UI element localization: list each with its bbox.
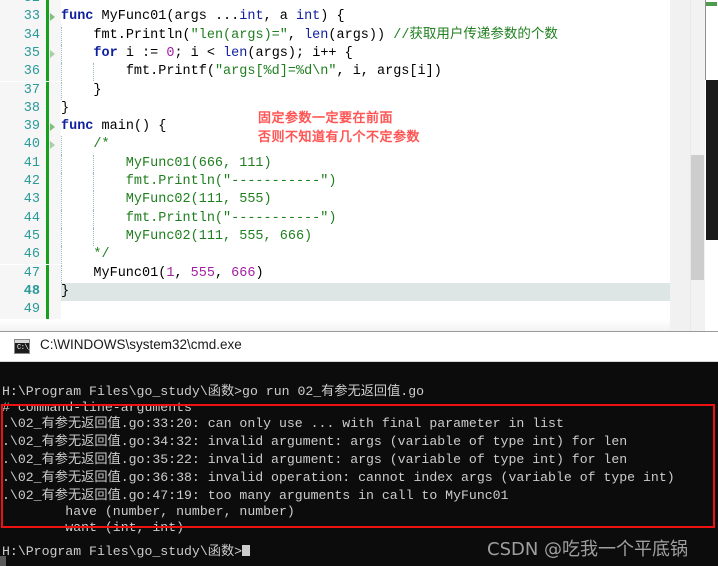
code-text[interactable]: fmt.Println("-----------")	[61, 173, 337, 191]
console-prompt[interactable]: H:\Program Files\go_study\函数>	[2, 544, 251, 560]
fold-gutter[interactable]	[49, 191, 61, 210]
code-line[interactable]: 33 func MyFunc01(args ...int, a int) {	[0, 8, 700, 27]
editor-minimap-gutter	[670, 0, 690, 331]
code-line[interactable]: 37 }	[0, 81, 700, 100]
red-annotation-text: 否则不知道有几个不定参数	[258, 130, 421, 145]
line-number[interactable]: 38	[0, 99, 46, 119]
cmd-console-window[interactable]: C:\_ C:\WINDOWS\system32\cmd.exe H:\Prog…	[0, 331, 718, 566]
line-number[interactable]: 45	[0, 227, 46, 247]
fold-gutter[interactable]	[49, 301, 61, 320]
code-line[interactable]: 44 fmt.Println("-----------")	[0, 209, 700, 228]
console-title: C:\WINDOWS\system32\cmd.exe	[40, 337, 242, 352]
code-line[interactable]: 32	[0, 0, 700, 9]
fold-gutter[interactable]	[49, 63, 61, 82]
line-number[interactable]: 49	[0, 301, 46, 320]
editor-bottom-edge	[0, 320, 700, 331]
console-cursor	[242, 545, 251, 556]
window-left-edge	[0, 556, 6, 566]
line-number[interactable]: 41	[0, 154, 46, 173]
fold-gutter[interactable]	[49, 173, 61, 192]
code-text[interactable]: MyFunc02(111, 555)	[61, 191, 272, 209]
fold-gutter[interactable]	[49, 282, 61, 302]
code-text[interactable]: func MyFunc01(args ...int, a int) {	[61, 8, 345, 26]
red-annotation-text: 固定参数一定要在前面	[258, 111, 394, 126]
fold-gutter[interactable]	[49, 0, 61, 9]
line-number[interactable]: 44	[0, 209, 46, 228]
editor-right-divider	[705, 0, 706, 80]
code-line[interactable]: 46 */	[0, 246, 700, 265]
line-number[interactable]: 39	[0, 118, 46, 137]
fold-gutter[interactable]	[49, 227, 61, 247]
console-line: .\02_有参无返回值.go:36:38: invalid operation:…	[2, 470, 675, 485]
fold-gutter[interactable]	[49, 81, 61, 100]
fold-gutter[interactable]	[49, 209, 61, 228]
code-text[interactable]: for i := 0; i < len(args); i++ {	[61, 45, 352, 63]
fold-arrow-icon[interactable]	[50, 123, 55, 132]
console-line: .\02_有参无返回值.go:35:22: invalid argument: …	[2, 452, 628, 467]
editor-scrollbar-thumb[interactable]	[691, 155, 704, 280]
console-line: .\02_有参无返回值.go:47:19: too many arguments…	[2, 488, 509, 503]
cmd-exe-icon: C:\_	[14, 339, 32, 354]
fold-gutter[interactable]	[49, 154, 61, 173]
editor-marker-green	[706, 2, 717, 6]
line-number[interactable]: 42	[0, 173, 46, 192]
line-number[interactable]: 33	[0, 8, 46, 27]
code-text[interactable]: }	[61, 82, 101, 100]
code-text[interactable]: MyFunc02(111, 555, 666)	[61, 228, 312, 246]
console-line: want (int, int)	[2, 520, 185, 535]
fold-gutter[interactable]	[49, 99, 61, 119]
fold-arrow-icon[interactable]	[50, 49, 55, 58]
code-text[interactable]: fmt.Printf("args[%d]=%d\n", i, args[i])	[61, 63, 442, 81]
code-text[interactable]: MyFunc01(666, 111)	[61, 155, 272, 173]
console-line: .\02_有参无返回值.go:33:20: can only use ... w…	[2, 416, 564, 431]
outer-window-scrollbar[interactable]	[706, 80, 718, 240]
console-line: # command-line-arguments	[2, 400, 192, 415]
line-number[interactable]: 47	[0, 264, 46, 283]
active-line-highlight	[61, 282, 671, 302]
fold-gutter[interactable]	[49, 246, 61, 265]
line-number[interactable]: 48	[0, 282, 46, 302]
code-editor[interactable]: 3233func MyFunc01(args ...int, a int) {3…	[0, 0, 718, 331]
fold-arrow-icon[interactable]	[50, 13, 55, 22]
code-text[interactable]: fmt.Println("-----------")	[61, 210, 337, 228]
code-text[interactable]: func main() {	[61, 118, 166, 136]
code-line[interactable]: 34 fmt.Println("len(args)=", len(args)) …	[0, 26, 700, 45]
line-number[interactable]: 40	[0, 136, 46, 155]
line-number[interactable]: 37	[0, 81, 46, 100]
console-titlebar[interactable]: C:\_ C:\WINDOWS\system32\cmd.exe	[0, 332, 718, 362]
code-text[interactable]: /*	[61, 136, 109, 154]
code-line[interactable]: 45 MyFunc02(111, 555, 666)	[0, 227, 700, 247]
code-text[interactable]: fmt.Println("len(args)=", len(args)) //获…	[61, 27, 558, 45]
screenshot-root: 3233func MyFunc01(args ...int, a int) {3…	[0, 0, 718, 566]
code-text[interactable]: MyFunc01(1, 555, 666)	[61, 265, 263, 283]
line-number[interactable]: 43	[0, 191, 46, 210]
editor-canvas[interactable]: 3233func MyFunc01(args ...int, a int) {3…	[0, 0, 701, 331]
code-text[interactable]: */	[61, 246, 109, 264]
fold-gutter[interactable]	[49, 264, 61, 283]
csdn-watermark: CSDN @吃我一个平底锅	[487, 539, 689, 560]
cmd-icon-glyph: C:\_	[17, 344, 32, 352]
line-number[interactable]: 32	[0, 0, 46, 9]
console-line: have (number, number, number)	[2, 504, 295, 519]
code-line[interactable]: 36 fmt.Printf("args[%d]=%d\n", i, args[i…	[0, 63, 700, 82]
console-line: H:\Program Files\go_study\函数>go run 02_有…	[2, 384, 425, 399]
code-line[interactable]: 49	[0, 301, 700, 320]
line-number[interactable]: 46	[0, 246, 46, 265]
code-line[interactable]: 42 fmt.Println("-----------")	[0, 173, 700, 192]
line-number[interactable]: 34	[0, 26, 46, 45]
code-text[interactable]: }	[61, 283, 69, 301]
fold-gutter[interactable]	[49, 26, 61, 45]
console-line: .\02_有参无返回值.go:34:32: invalid argument: …	[2, 434, 628, 449]
code-line[interactable]: 41 MyFunc01(666, 111)	[0, 154, 700, 173]
code-line[interactable]: 48}	[0, 282, 700, 302]
line-number[interactable]: 35	[0, 44, 46, 64]
code-line[interactable]: 35 for i := 0; i < len(args); i++ {	[0, 44, 700, 64]
code-line[interactable]: 47 MyFunc01(1, 555, 666)	[0, 264, 700, 283]
line-number[interactable]: 36	[0, 63, 46, 82]
code-line[interactable]: 43 MyFunc02(111, 555)	[0, 191, 700, 210]
fold-arrow-icon[interactable]	[50, 141, 55, 150]
code-text[interactable]: }	[61, 100, 69, 118]
